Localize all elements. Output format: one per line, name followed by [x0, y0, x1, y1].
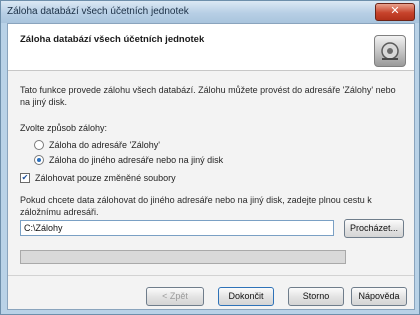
progress-bar: [20, 250, 346, 264]
radio-button[interactable]: [34, 140, 44, 150]
help-button[interactable]: Nápověda: [351, 287, 407, 306]
radio-label: Záloha do adresáře 'Zálohy': [49, 140, 161, 150]
window-title: Záloha databází všech účetních jednotek: [7, 6, 189, 17]
description-text: Tato funkce provede zálohu všech databáz…: [20, 85, 396, 107]
backup-mode-label: Zvolte způsob zálohy:: [20, 123, 108, 133]
checkbox[interactable]: ✔: [20, 173, 30, 183]
path-description: Pokud chcete data zálohovat do jiného ad…: [20, 195, 372, 217]
cancel-button[interactable]: Storno: [288, 287, 344, 306]
header-title: Záloha databází všech účetních jednotek: [20, 34, 205, 45]
backup-icon: [374, 35, 406, 67]
radio-option-other-folder[interactable]: Záloha do jiného adresáře nebo na jiný d…: [34, 155, 223, 165]
radio-label: Záloha do jiného adresáře nebo na jiný d…: [49, 155, 224, 165]
back-button[interactable]: < Zpět: [146, 287, 204, 306]
checkbox-label: Zálohovat pouze změněné soubory: [35, 173, 176, 183]
browse-button-label: Procházet...: [349, 223, 399, 233]
backup-path-input[interactable]: C:\Zálohy: [20, 220, 334, 236]
dialog-footer: < Zpět Dokončit Storno Nápověda: [8, 275, 414, 310]
close-icon: ✕: [390, 5, 400, 17]
browse-button[interactable]: Procházet...: [344, 219, 404, 238]
title-bar[interactable]: Záloha databází všech účetních jednotek …: [1, 1, 419, 23]
dialog-header: Záloha databází všech účetních jednotek: [8, 24, 414, 71]
radio-option-default-folder[interactable]: Záloha do adresáře 'Zálohy': [34, 140, 160, 150]
close-button[interactable]: ✕: [375, 3, 415, 21]
changed-files-only-option[interactable]: ✔ Zálohovat pouze změněné soubory: [20, 173, 176, 183]
finish-button[interactable]: Dokončit: [218, 287, 274, 306]
dialog-body: Záloha databází všech účetních jednotek …: [7, 23, 415, 310]
dialog-window: Záloha databází všech účetních jednotek …: [0, 0, 420, 315]
radio-button[interactable]: [34, 155, 44, 165]
